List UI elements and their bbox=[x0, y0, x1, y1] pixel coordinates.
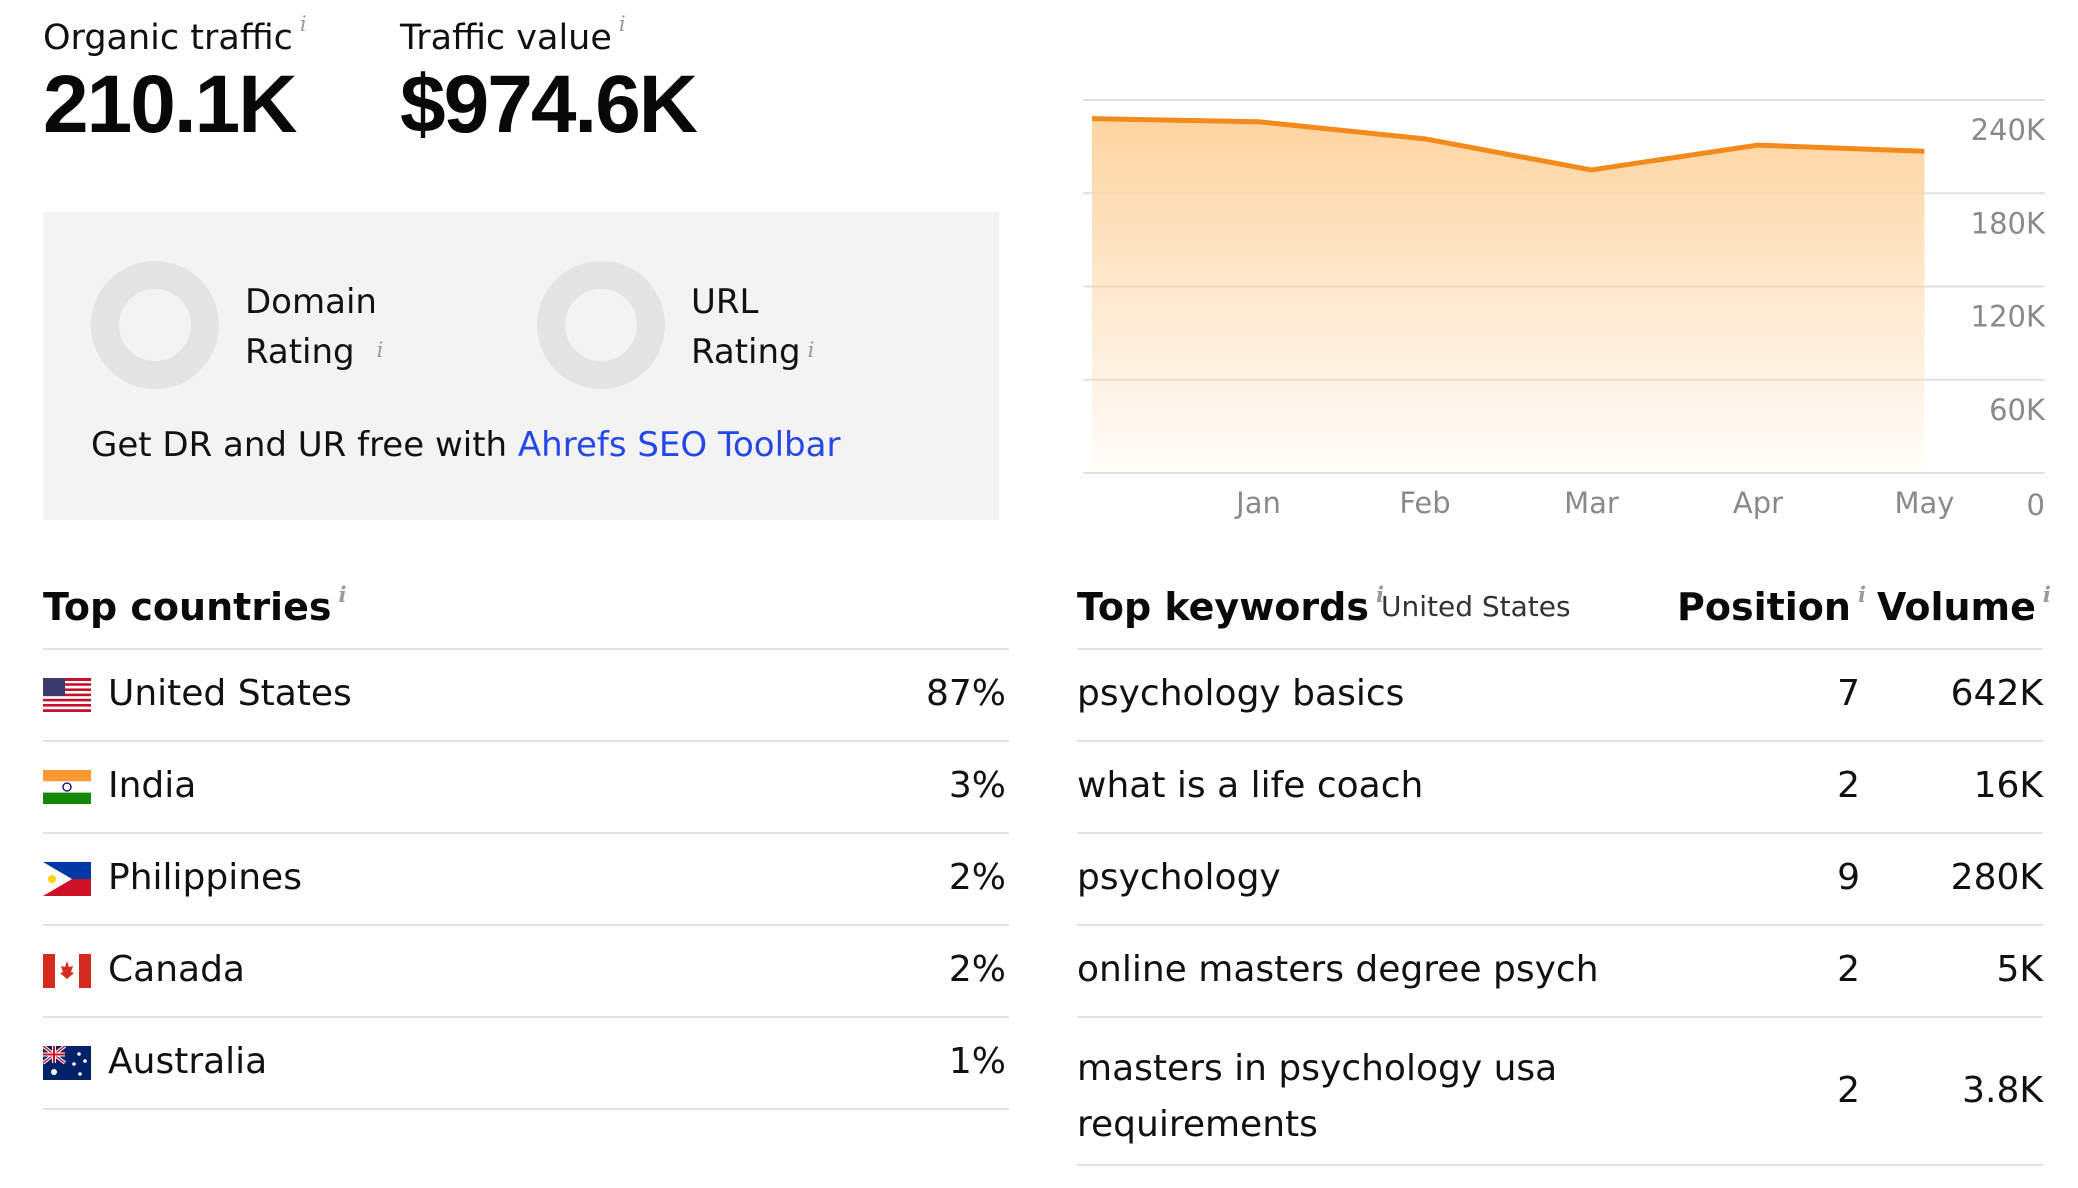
keyword-volume: 16K bbox=[1973, 765, 2043, 806]
y-tick-label: 240K bbox=[1971, 113, 2046, 147]
organic-traffic-value: 210.1K bbox=[43, 59, 297, 150]
us-flag-icon bbox=[43, 678, 91, 712]
traffic-value-value: $974.6K bbox=[400, 59, 698, 150]
traffic-area bbox=[1092, 118, 1925, 474]
country-name[interactable]: Australia bbox=[108, 1041, 267, 1082]
divider bbox=[1077, 1016, 2043, 1018]
country-share: 2% bbox=[948, 949, 1006, 990]
keywords-region-label[interactable]: United States bbox=[1381, 590, 1571, 623]
info-icon[interactable]: i bbox=[2043, 582, 2051, 607]
info-icon[interactable]: i bbox=[338, 582, 346, 607]
x-tick-label: Apr bbox=[1733, 486, 1783, 520]
ahrefs-toolbar-link[interactable]: Ahrefs SEO Toolbar bbox=[518, 425, 841, 465]
divider bbox=[43, 924, 1009, 926]
country-share: 87% bbox=[925, 673, 1006, 714]
keyword-volume: 642K bbox=[1950, 673, 2043, 714]
x-tick-label: Feb bbox=[1399, 486, 1450, 520]
y-tick-label: 0 bbox=[2027, 488, 2045, 522]
keyword-position: 9 bbox=[1837, 857, 1860, 898]
country-name[interactable]: Canada bbox=[108, 949, 245, 990]
philippines-flag-icon bbox=[43, 862, 91, 896]
x-tick-label: Mar bbox=[1564, 486, 1619, 520]
divider bbox=[1077, 832, 2043, 834]
keyword-position: 2 bbox=[1837, 765, 1860, 806]
country-share: 2% bbox=[948, 857, 1006, 898]
divider bbox=[43, 740, 1009, 742]
ratings-panel: Domain Rating i URL Rating i Get DR and UR… bbox=[43, 212, 999, 520]
traffic-chart: 240K 180K 120K 60K 0 Jan Feb Mar Apr May bbox=[1083, 99, 2046, 522]
keyword-link[interactable]: psychology bbox=[1077, 857, 1281, 898]
country-share: 1% bbox=[948, 1041, 1006, 1082]
keyword-position: 2 bbox=[1837, 1070, 1860, 1111]
domain-rating-label: Domain Rating i bbox=[245, 282, 384, 372]
keyword-link[interactable]: psychology basics bbox=[1077, 673, 1404, 714]
country-name[interactable]: United States bbox=[108, 673, 352, 714]
x-tick-label: May bbox=[1895, 486, 1955, 520]
keyword-link[interactable]: what is a life coach bbox=[1077, 765, 1423, 806]
divider bbox=[1077, 924, 2043, 926]
info-icon[interactable]: i bbox=[377, 338, 384, 362]
url-rating-label: URL Rating i bbox=[691, 282, 815, 372]
organic-traffic-label: Organic traffic i bbox=[43, 12, 307, 58]
y-tick-label: 60K bbox=[1989, 393, 2046, 427]
divider bbox=[43, 832, 1009, 834]
divider bbox=[43, 648, 1009, 650]
divider bbox=[43, 1108, 1009, 1110]
divider bbox=[1077, 740, 2043, 742]
y-tick-label: 120K bbox=[1971, 300, 2046, 334]
top-countries-title: Top countries i bbox=[43, 582, 347, 629]
keyword-position: 7 bbox=[1837, 673, 1860, 714]
domain-rating-ring bbox=[91, 261, 219, 389]
country-name[interactable]: Philippines bbox=[108, 857, 302, 898]
india-flag-icon bbox=[43, 770, 91, 804]
info-icon[interactable]: i bbox=[808, 338, 815, 362]
position-column-header[interactable]: Position i bbox=[1677, 582, 1866, 629]
canada-flag-icon bbox=[43, 954, 91, 988]
url-rating-ring bbox=[537, 261, 665, 389]
keyword-volume: 280K bbox=[1950, 857, 2043, 898]
x-tick-label: Jan bbox=[1234, 486, 1281, 520]
keyword-link[interactable]: masters in psychology usa requirements bbox=[1077, 1041, 1557, 1153]
volume-column-header[interactable]: Volume i bbox=[1877, 582, 2051, 629]
divider bbox=[43, 1016, 1009, 1018]
australia-flag-icon bbox=[43, 1046, 91, 1080]
y-tick-label: 180K bbox=[1971, 206, 2046, 240]
info-icon[interactable]: i bbox=[619, 12, 626, 36]
traffic-value-label: Traffic value i bbox=[400, 12, 626, 58]
divider bbox=[1077, 1164, 2043, 1166]
country-name[interactable]: India bbox=[108, 765, 196, 806]
keyword-volume: 3.8K bbox=[1962, 1070, 2043, 1111]
country-share: 3% bbox=[948, 765, 1006, 806]
toolbar-promo: Get DR and UR free with Ahrefs SEO Toolb… bbox=[91, 425, 841, 465]
divider bbox=[1077, 648, 2043, 650]
keyword-volume: 5K bbox=[1996, 949, 2043, 990]
info-icon[interactable]: i bbox=[1858, 582, 1866, 607]
top-keywords-title: Top keywords i bbox=[1077, 582, 1384, 629]
keyword-position: 2 bbox=[1837, 949, 1860, 990]
info-icon[interactable]: i bbox=[300, 12, 307, 36]
keyword-link[interactable]: online masters degree psych bbox=[1077, 949, 1599, 990]
